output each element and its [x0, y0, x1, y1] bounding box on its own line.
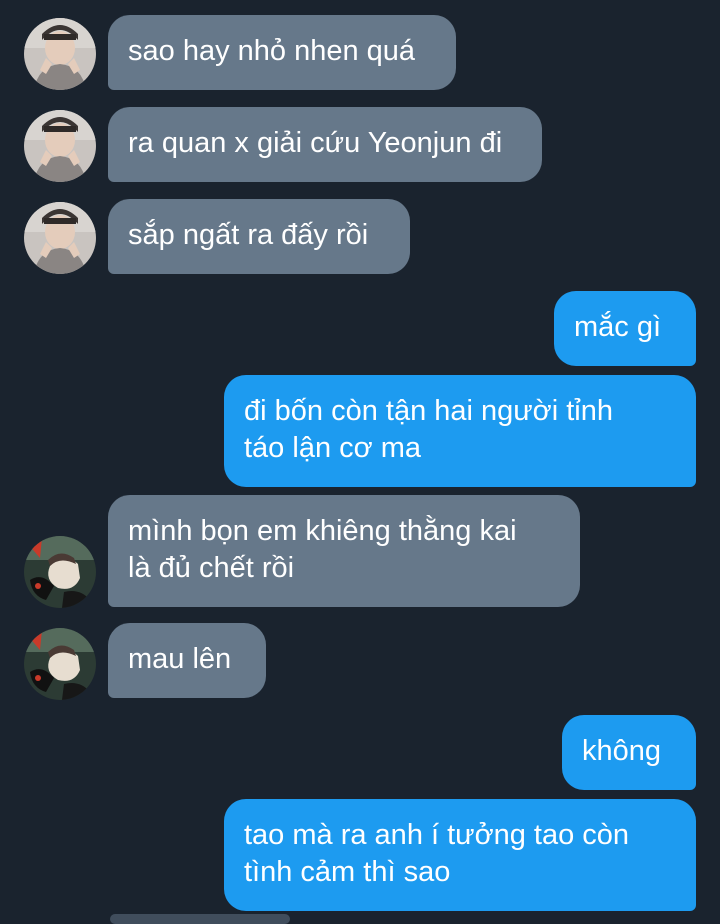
user-a-avatar: [24, 18, 96, 90]
user-a-avatar: [24, 202, 96, 274]
avatar-user-b[interactable]: [24, 536, 96, 608]
message-bubble[interactable]: sao hay nhỏ nhen quá: [108, 15, 456, 90]
message-bubble[interactable]: mau lên: [108, 623, 266, 698]
message-bubble[interactable]: mắc gì: [554, 291, 696, 366]
message-bubble[interactable]: tao mà ra anh í tưởng tao còn tình cảm t…: [224, 799, 696, 911]
message-bubble[interactable]: sắp ngất ra đấy rồi: [108, 199, 410, 274]
user-a-avatar: [24, 110, 96, 182]
message-bubble[interactable]: không: [562, 715, 696, 790]
avatar-user-b[interactable]: [24, 628, 96, 700]
message-bubble[interactable]: đi bốn còn tận hai người tỉnh táo lận cơ…: [224, 375, 696, 487]
avatar-user-a[interactable]: [24, 110, 96, 182]
user-b-avatar: [24, 536, 96, 608]
avatar-user-a[interactable]: [24, 18, 96, 90]
user-b-avatar: [24, 628, 96, 700]
next-message-bubble-edge: [110, 914, 290, 924]
avatar-user-a[interactable]: [24, 202, 96, 274]
message-bubble[interactable]: mình bọn em khiêng thằng kai là đủ chết …: [108, 495, 580, 607]
message-bubble[interactable]: ra quan x giải cứu Yeonjun đi: [108, 107, 542, 182]
